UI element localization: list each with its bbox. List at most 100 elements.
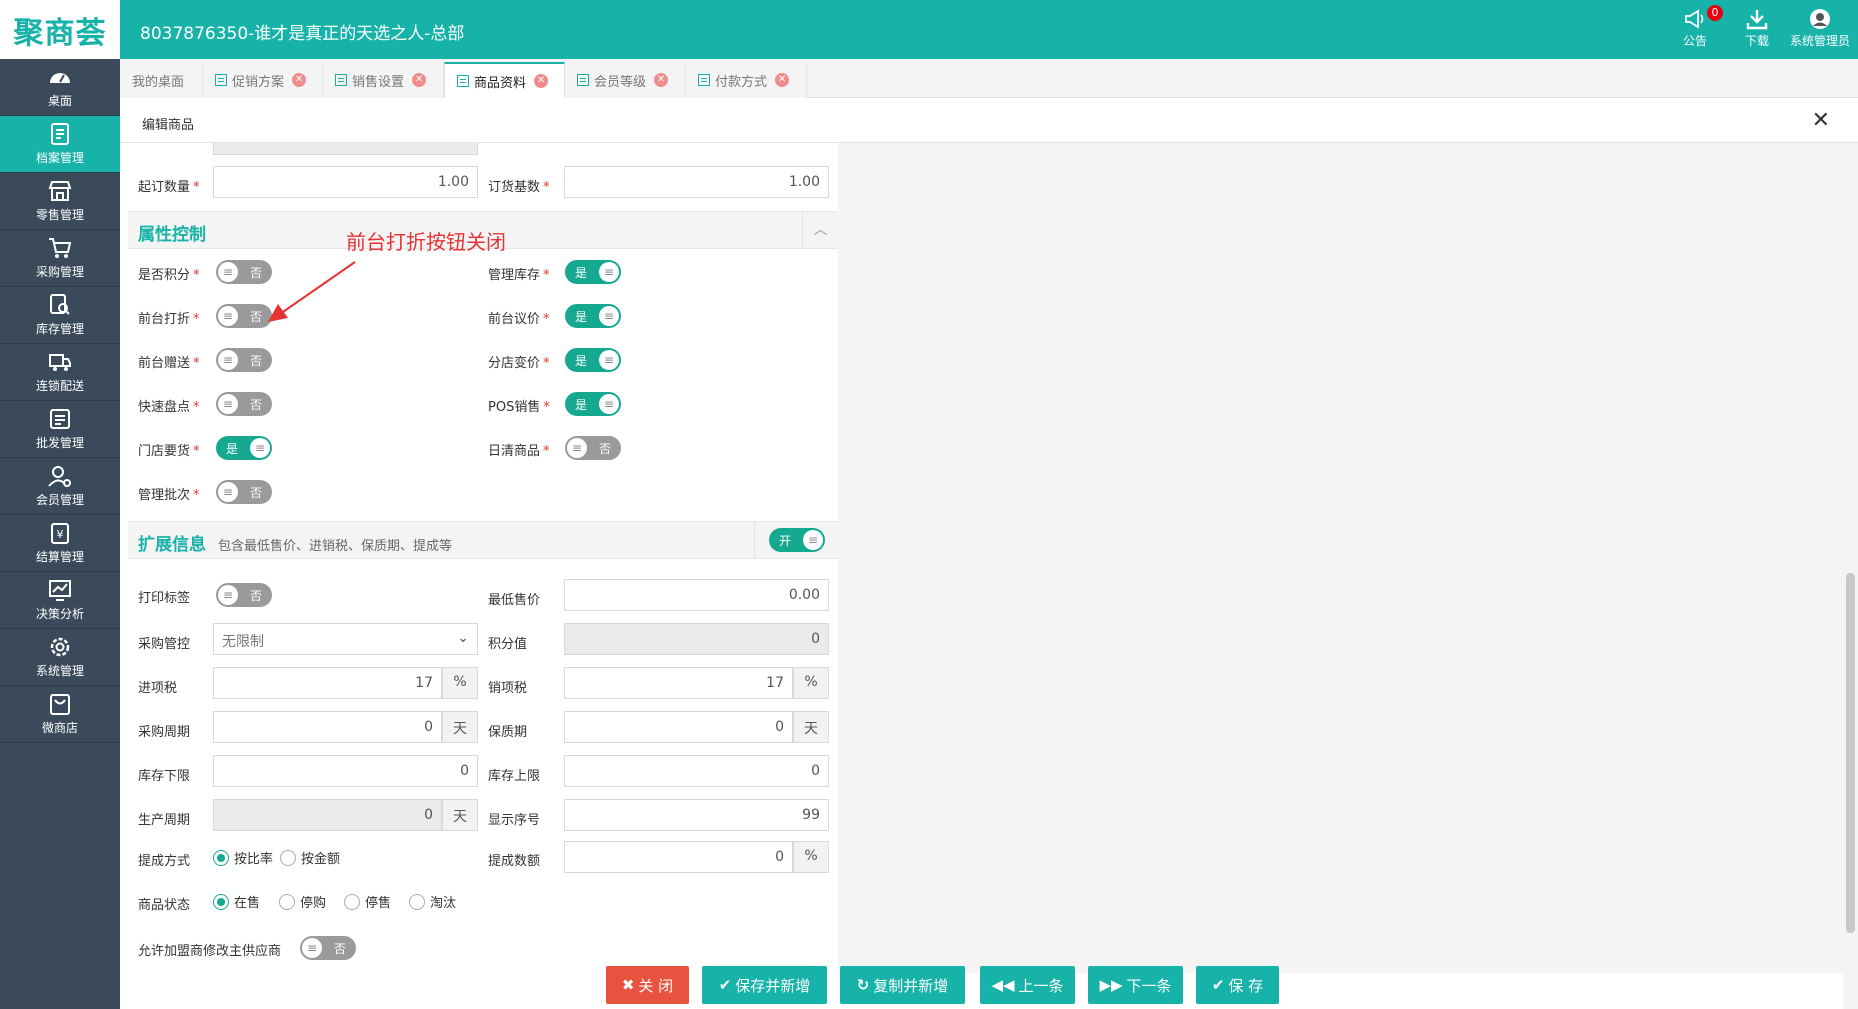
shelf-life-input[interactable]: 0 <box>564 711 793 743</box>
sidebar-item-desktop[interactable]: 桌面 <box>0 59 120 116</box>
settlement-icon: ¥ <box>51 523 69 544</box>
production-cycle-input: 0 <box>213 799 442 831</box>
daily-clear-toggle[interactable]: ≡ 否 <box>565 436 621 460</box>
sidebar-item-retail[interactable]: 零售管理 <box>0 173 120 230</box>
close-icon[interactable]: ✕ <box>534 74 549 88</box>
close-button[interactable]: ✖ 关 闭 <box>606 966 689 1004</box>
tab-label: 我的桌面 <box>132 74 185 90</box>
sidebar-item-label: 批发管理 <box>35 436 84 450</box>
commission-by-amount-radio[interactable]: 按金额 <box>280 848 340 867</box>
batch-toggle[interactable]: ≡ 否 <box>216 480 272 504</box>
display-order-input[interactable]: 99 <box>564 799 829 831</box>
truck-icon <box>49 354 71 371</box>
sidebar-item-analysis[interactable]: 决策分析 <box>0 572 120 629</box>
copy-and-new-button[interactable]: ↻ 复制并新增 <box>840 966 965 1004</box>
status-on-sale-radio[interactable]: 在售 <box>213 892 260 911</box>
tab-product-info[interactable]: 商品资料 ✕ <box>444 62 565 98</box>
toggle-knob: ≡ <box>302 938 322 958</box>
sidebar-item-inventory[interactable]: 库存管理 <box>0 287 120 344</box>
notice-button[interactable]: 0 公告 <box>1683 5 1723 49</box>
status-obsolete-radio[interactable]: 淘汰 <box>409 892 456 911</box>
status-stop-purchase-radio[interactable]: 停购 <box>279 892 326 911</box>
front-bargain-label: 前台议价 * <box>488 312 550 327</box>
min-price-label: 最低售价 <box>488 593 541 608</box>
day-addon: 天 <box>442 711 478 743</box>
order-base-input[interactable]: 1.00 <box>564 166 829 198</box>
extended-info-toggle[interactable]: 开 ≡ <box>769 528 825 552</box>
tab-sales-settings[interactable]: 销售设置 ✕ <box>323 62 444 98</box>
sidebar-item-member[interactable]: 会员管理 <box>0 458 120 515</box>
quick-count-label: 快速盘点 * <box>138 400 200 415</box>
user-menu[interactable]: 系统管理员 <box>1790 8 1850 49</box>
stock-min-input[interactable]: 0 <box>213 755 478 787</box>
app-logo[interactable]: 聚商荟 <box>0 0 120 59</box>
branch-price-label: 分店变价 * <box>488 356 550 371</box>
sidebar-item-distribution[interactable]: 连锁配送 <box>0 344 120 401</box>
sidebar-item-label: 采购管理 <box>35 265 84 279</box>
radio-dot <box>409 893 425 910</box>
fast-backward-icon: ◀◀ <box>991 976 1015 994</box>
percent-addon: % <box>793 841 829 873</box>
sidebar-item-archive[interactable]: 档案管理 <box>0 116 120 173</box>
sidebar-item-wholesale[interactable]: 批发管理 <box>0 401 120 458</box>
input-tax-label: 进项税 <box>138 681 178 696</box>
tab-my-desktop[interactable]: 我的桌面 <box>120 62 203 98</box>
toggle-knob: ≡ <box>599 350 619 370</box>
sidebar-item-label: 微商店 <box>41 721 78 735</box>
quick-count-toggle[interactable]: ≡ 否 <box>216 392 272 416</box>
close-icon[interactable]: ✕ <box>292 73 307 87</box>
commission-by-rate-radio[interactable]: 按比率 <box>213 848 273 867</box>
sidebar-item-system[interactable]: 系统管理 <box>0 629 120 686</box>
dialog-title: 编辑商品 <box>142 118 195 133</box>
sidebar-item-wechat-shop[interactable]: 微商店 <box>0 686 120 743</box>
min-order-label: 起订数量 * <box>138 180 200 195</box>
status-stop-sale-radio[interactable]: 停售 <box>344 892 391 911</box>
inventory-icon <box>50 294 70 315</box>
store-request-toggle[interactable]: 是 ≡ <box>216 436 272 460</box>
manage-stock-toggle[interactable]: 是 ≡ <box>565 260 621 284</box>
save-and-new-button[interactable]: ✔ 保存并新增 <box>702 966 827 1004</box>
toggle-knob: ≡ <box>803 530 823 550</box>
tab-payment-method[interactable]: 付款方式 ✕ <box>686 62 807 98</box>
close-icon[interactable]: ✕ <box>1812 108 1830 133</box>
order-base-label: 订货基数 * <box>488 180 550 195</box>
radio-dot <box>344 893 360 910</box>
sidebar-item-label: 决策分析 <box>35 607 84 621</box>
download-button[interactable]: 下载 <box>1745 8 1769 49</box>
document-icon <box>698 74 710 86</box>
next-button[interactable]: ▶▶ 下一条 <box>1088 966 1183 1004</box>
purchase-cycle-label: 采购周期 <box>138 725 191 740</box>
check-icon: ✔ <box>1211 976 1225 994</box>
commission-value-input[interactable]: 0 <box>564 841 793 873</box>
annotation-arrow-icon <box>268 261 356 322</box>
sidebar-item-settlement[interactable]: ¥ 结算管理 <box>0 515 120 572</box>
document-icon <box>577 74 589 86</box>
tab-promotion[interactable]: 促销方案 ✕ <box>203 62 323 98</box>
print-label-toggle[interactable]: ≡ 否 <box>216 583 272 607</box>
branch-price-toggle[interactable]: 是 ≡ <box>565 348 621 372</box>
chevron-up-icon[interactable]: ︿ <box>802 212 838 248</box>
status-label: 商品状态 <box>138 898 191 913</box>
close-icon[interactable]: ✕ <box>654 73 669 87</box>
right-pane <box>838 143 1843 973</box>
close-icon[interactable]: ✕ <box>775 73 790 87</box>
purchase-cycle-input[interactable]: 0 <box>213 711 442 743</box>
min-order-input[interactable]: 1.00 <box>213 166 478 198</box>
front-gift-toggle[interactable]: ≡ 否 <box>216 348 272 372</box>
front-bargain-toggle[interactable]: 是 ≡ <box>565 304 621 328</box>
tab-member-level[interactable]: 会员等级 ✕ <box>565 62 686 98</box>
previous-button[interactable]: ◀◀ 上一条 <box>980 966 1075 1004</box>
radio-dot <box>280 849 296 866</box>
allow-supplier-toggle[interactable]: ≡ 否 <box>300 936 356 960</box>
pos-sale-toggle[interactable]: 是 ≡ <box>565 392 621 416</box>
scrollbar-thumb[interactable] <box>1846 573 1855 933</box>
tab-label: 促销方案 <box>232 74 285 90</box>
close-icon[interactable]: ✕ <box>412 73 427 87</box>
purchase-control-select[interactable]: 无限制 ⌄ <box>213 623 478 655</box>
sidebar-item-purchase[interactable]: 采购管理 <box>0 230 120 287</box>
save-button[interactable]: ✔ 保 存 <box>1196 966 1279 1004</box>
min-price-input[interactable]: 0.00 <box>564 579 829 611</box>
output-tax-input[interactable]: 17 <box>564 667 793 699</box>
stock-max-input[interactable]: 0 <box>564 755 829 787</box>
input-tax-input[interactable]: 17 <box>213 667 442 699</box>
